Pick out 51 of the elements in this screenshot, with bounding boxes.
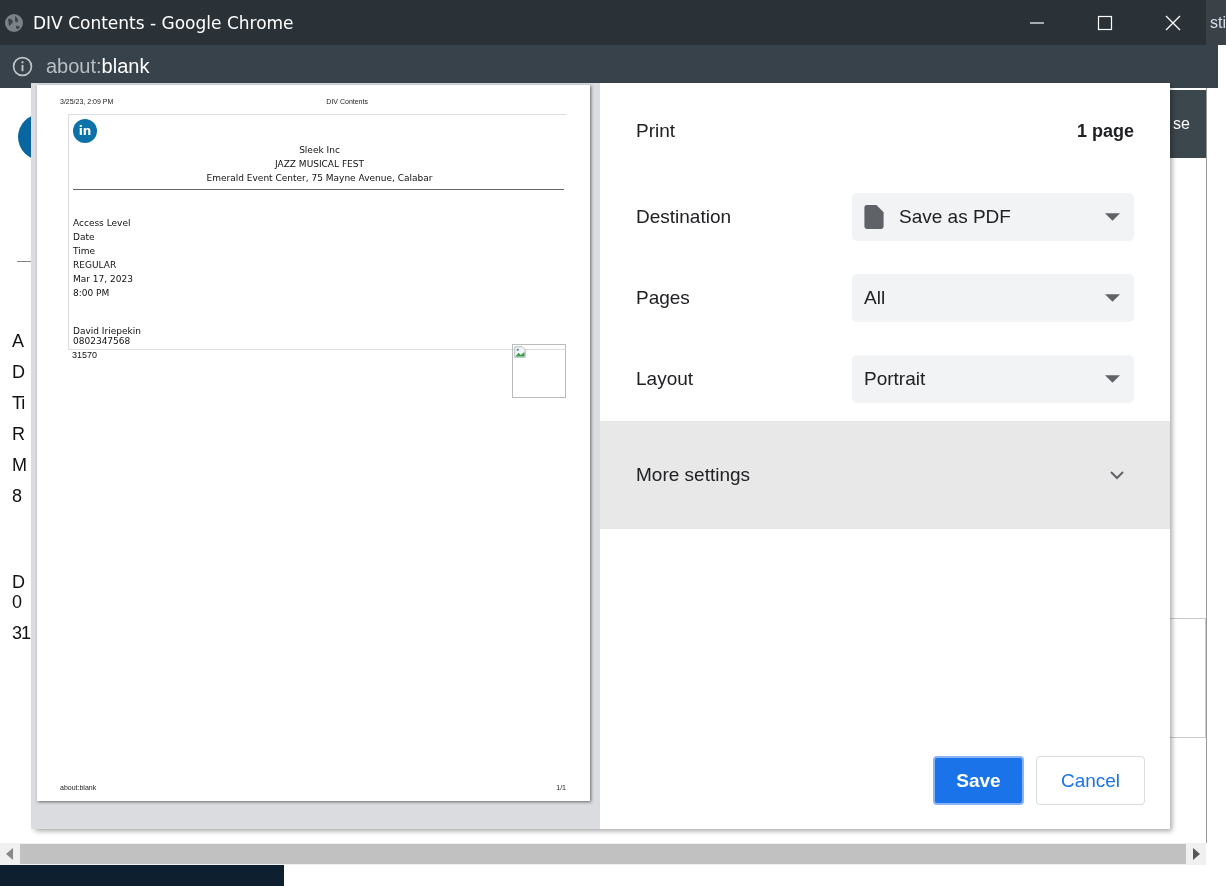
save-button[interactable]: Save (933, 756, 1024, 805)
holder-name: David Iriepekin (73, 326, 142, 336)
close-icon[interactable] (1165, 14, 1181, 31)
page-text: A (12, 330, 23, 353)
horizontal-scrollbar[interactable] (0, 843, 1206, 865)
page-count: 1 page (1076, 120, 1134, 142)
option-label: Destination (636, 205, 733, 228)
window-title: sti (1210, 13, 1226, 32)
caret-icon (1105, 374, 1120, 383)
caret-icon (1105, 293, 1120, 302)
phone-number: 0802347568 (73, 336, 132, 346)
linkedin-logo: in (73, 119, 97, 143)
page-text: M (12, 454, 26, 477)
cancel-button[interactable]: Cancel (1036, 756, 1145, 805)
ticket-field: Mar 17, 2023 (73, 272, 566, 286)
more-settings-label: More settings (636, 464, 751, 486)
option-label: Pages (636, 286, 691, 309)
option-dropdown[interactable]: Save as PDF (852, 192, 1134, 241)
page-text: se (1173, 115, 1190, 133)
ticket-field: Time (73, 244, 566, 258)
event-name: JAZZ MUSICAL FEST (275, 158, 364, 171)
ticket-code: 31570 (72, 349, 98, 362)
info-icon[interactable] (12, 56, 33, 77)
page-text: 0 (12, 592, 21, 612)
page-text: D (12, 572, 24, 592)
broken-image-icon (514, 346, 526, 358)
organizer-name: Sleek Inc (299, 144, 340, 157)
option-label: Layout (636, 367, 695, 390)
page-text: 31 (12, 622, 31, 645)
address-text[interactable]: about:blank (46, 55, 150, 78)
page-text: Ti (12, 392, 25, 415)
page-text: R (12, 423, 24, 446)
dialog-title: Print (636, 120, 676, 142)
scroll-left-icon[interactable] (6, 848, 14, 860)
more-settings-row[interactable]: More settings (600, 421, 1170, 529)
chevron-icon (1110, 470, 1124, 480)
file-icon (864, 204, 884, 229)
page-text: 8 (12, 485, 21, 508)
ticket-field: 8:00 PM (73, 286, 566, 300)
caret-icon (1105, 212, 1120, 221)
ticket-field: REGULAR (73, 258, 566, 272)
globe-icon (4, 12, 24, 33)
ticket-field: Access Level (73, 216, 566, 230)
page-text: D (12, 361, 24, 384)
option-dropdown[interactable]: All (852, 273, 1134, 322)
maximize-icon[interactable] (1097, 14, 1113, 31)
window-title: DIV Contents - Google Chrome (33, 12, 294, 33)
option-dropdown[interactable]: Portrait (852, 354, 1134, 403)
scroll-right-icon[interactable] (1192, 848, 1200, 860)
venue-text: Emerald Event Center, 75 Mayne Avenue, Calabar (206, 172, 433, 185)
ticket-field: Date (73, 230, 566, 244)
